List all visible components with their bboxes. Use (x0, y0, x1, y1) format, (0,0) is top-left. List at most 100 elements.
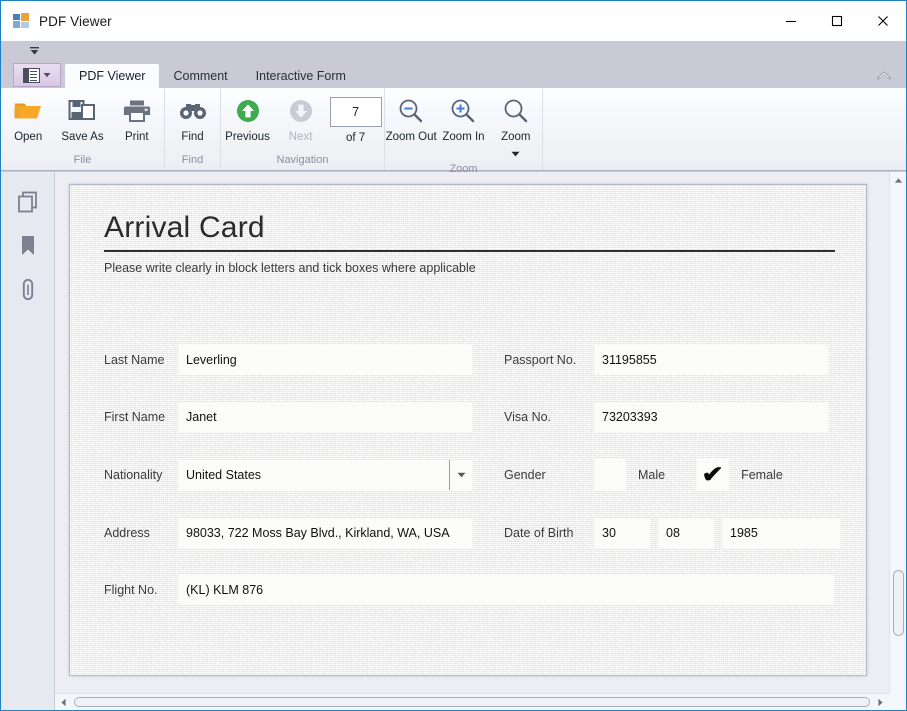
page-thumbnails-button[interactable] (1, 182, 54, 226)
find-button[interactable]: Find (165, 92, 220, 143)
printer-icon (122, 95, 152, 127)
group-label-navigation: Navigation (221, 153, 384, 170)
dob-year-input[interactable]: 1985 (722, 518, 840, 548)
pdf-viewer-window: PDF Viewer (0, 0, 907, 711)
app-icon (13, 13, 29, 29)
checkmark-icon: ✔ (702, 463, 724, 486)
horizontal-scrollbar[interactable] (55, 693, 889, 710)
side-rail (1, 172, 55, 710)
nationality-label: Nationality (104, 468, 178, 482)
paperclip-icon (17, 277, 39, 308)
open-button[interactable]: Open (1, 92, 55, 143)
find-label: Find (181, 131, 203, 143)
close-button[interactable] (860, 1, 906, 41)
open-folder-icon (13, 95, 43, 127)
field-visa-no: Visa No. 73203393 (504, 402, 840, 432)
field-address: Address 98033, 722 Moss Bay Blvd., Kirkl… (104, 518, 504, 548)
window-title: PDF Viewer (39, 14, 112, 29)
gender-female-label: Female (741, 468, 783, 482)
attachments-button[interactable] (1, 270, 54, 314)
gender-male-checkbox[interactable] (594, 459, 626, 491)
maximize-button[interactable] (814, 1, 860, 41)
save-as-button[interactable]: Save As (55, 92, 109, 143)
flight-no-label: Flight No. (104, 583, 178, 597)
first-name-label: First Name (104, 410, 178, 424)
zoom-out-label: Zoom Out (386, 131, 437, 143)
tab-comment[interactable]: Comment (159, 64, 241, 88)
scrollbar-corner (889, 693, 906, 710)
title-bar: PDF Viewer (1, 1, 906, 41)
last-name-input[interactable]: Leverling (178, 345, 472, 375)
chevron-down-icon[interactable] (511, 144, 520, 162)
open-label: Open (14, 131, 42, 143)
dob-day-input[interactable]: 30 (594, 518, 650, 548)
scroll-up-arrow-icon[interactable] (890, 172, 906, 189)
zoom-out-button[interactable]: Zoom Out (385, 92, 437, 143)
tab-pdf-viewer[interactable]: PDF Viewer (65, 64, 159, 88)
field-flight-no: Flight No. (KL) KLM 876 (104, 575, 840, 605)
flight-no-input[interactable]: (KL) KLM 876 (178, 575, 834, 605)
minimize-button[interactable] (768, 1, 814, 41)
qat-dropdown-icon[interactable] (25, 43, 43, 59)
passport-no-input[interactable]: 31195855 (594, 345, 828, 375)
save-as-label: Save As (61, 131, 103, 143)
ribbon-group-empty (542, 88, 906, 170)
page-title: Arrival Card (104, 211, 832, 244)
field-nationality: Nationality United States (104, 459, 504, 491)
passport-no-label: Passport No. (504, 353, 594, 367)
address-label: Address (104, 526, 178, 540)
field-date-of-birth: Date of Birth 30 08 1985 (504, 518, 840, 548)
previous-page-button[interactable]: Previous (221, 92, 274, 143)
dob-month-input[interactable]: 08 (658, 518, 714, 548)
window-controls (768, 1, 906, 41)
gender-female-checkbox[interactable]: ✔ (697, 459, 729, 491)
group-label-file: File (1, 153, 164, 170)
page-count-label: of 7 (346, 132, 365, 144)
nationality-value: United States (186, 468, 261, 482)
horizontal-scrollbar-thumb[interactable] (74, 697, 870, 707)
page-number-input[interactable]: 7 (330, 97, 382, 127)
zoom-menu-button[interactable]: Zoom (490, 92, 542, 162)
chevron-down-icon[interactable] (449, 460, 472, 490)
last-name-label: Last Name (104, 353, 178, 367)
vertical-scrollbar[interactable] (889, 172, 906, 710)
ribbon-zone: PDF Viewer Comment Interactive Form (1, 41, 906, 172)
ribbon-tab-bar: PDF Viewer Comment Interactive Form (1, 61, 906, 88)
scroll-right-arrow-icon[interactable] (872, 694, 889, 710)
print-button[interactable]: Print (110, 92, 164, 143)
ribbon-group-zoom: Zoom Out Zoom In (384, 88, 542, 170)
viewer-area: Arrival Card Please write clearly in blo… (1, 172, 906, 710)
view-layout-toggle[interactable] (13, 63, 61, 87)
ribbon-group-navigation: Previous Next 7 of 7 (220, 88, 384, 170)
bookmark-icon (17, 233, 39, 264)
pdf-page: Arrival Card Please write clearly in blo… (69, 184, 867, 676)
chevron-up-icon[interactable] (874, 65, 894, 85)
date-of-birth-label: Date of Birth (504, 526, 594, 540)
first-name-input[interactable]: Janet (178, 402, 472, 432)
title-divider (104, 250, 835, 252)
field-last-name: Last Name Leverling (104, 345, 504, 375)
vertical-scrollbar-thumb[interactable] (893, 570, 904, 636)
visa-no-input[interactable]: 73203393 (594, 402, 828, 432)
arrival-card-form: Last Name Leverling Passport No. 3119585… (104, 345, 836, 605)
pages-icon (15, 189, 41, 220)
visa-no-label: Visa No. (504, 410, 594, 424)
arrow-down-circle-icon (287, 95, 315, 127)
bookmarks-button[interactable] (1, 226, 54, 270)
ribbon-panel: Open Save As (1, 88, 906, 171)
next-page-button[interactable]: Next (274, 92, 327, 143)
zoom-in-button[interactable]: Zoom In (437, 92, 489, 143)
page-subtitle: Please write clearly in block letters an… (104, 261, 832, 275)
tab-interactive-form[interactable]: Interactive Form (242, 64, 360, 88)
nationality-combobox[interactable]: United States (178, 460, 472, 490)
field-first-name: First Name Janet (104, 402, 504, 432)
zoom-label: Zoom (501, 131, 530, 143)
zoom-in-icon (448, 95, 478, 127)
scroll-left-arrow-icon[interactable] (55, 694, 72, 710)
gender-label: Gender (504, 468, 594, 482)
print-label: Print (125, 131, 149, 143)
chevron-down-icon (43, 72, 51, 78)
quick-access-toolbar (1, 41, 906, 61)
page-navigation: 7 of 7 (327, 92, 384, 144)
address-input[interactable]: 98033, 722 Moss Bay Blvd., Kirkland, WA,… (178, 518, 472, 548)
